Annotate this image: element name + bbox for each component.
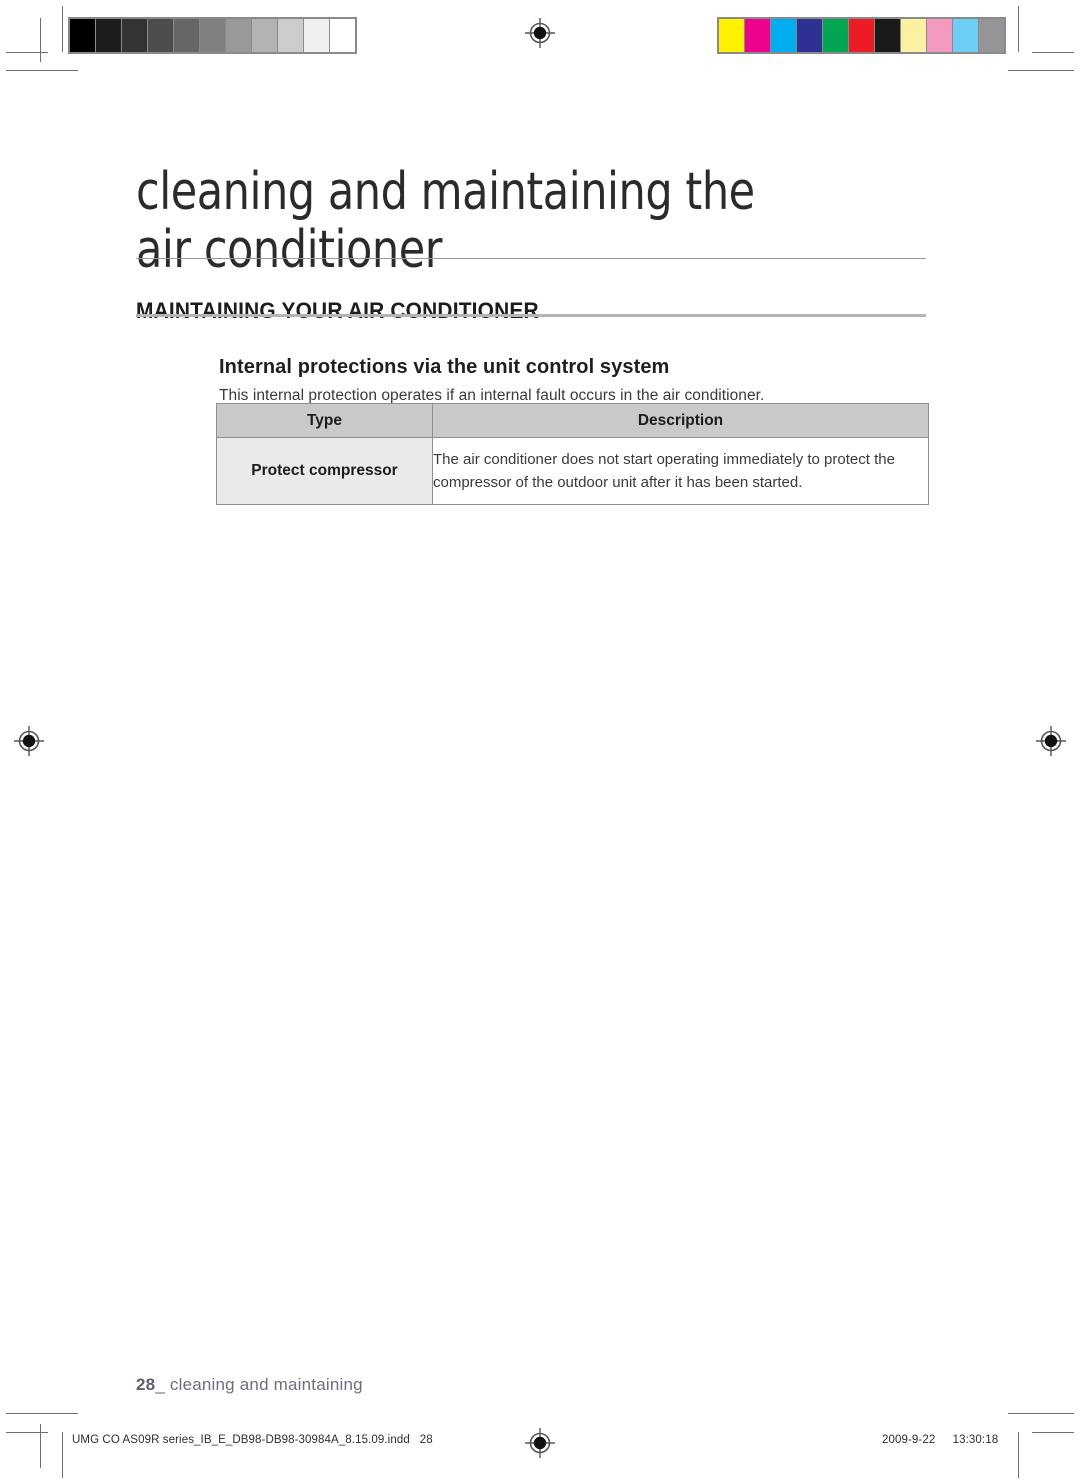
table-header-description: Description [432,403,929,438]
imprint-time: 13:30:18 [952,1434,999,1446]
chapter-title-line-2: air conditioner [136,220,442,281]
table-cell-description: The air conditioner does not start opera… [432,437,929,505]
sub-heading: Internal protections via the unit contro… [219,356,670,378]
imprint-page: 28 [419,1434,433,1446]
chapter-title: cleaning and maintaining the air conditi… [136,161,872,281]
table-row: Protect compressor The air conditioner d… [216,437,929,505]
imprint-date: 2009-9-22 [882,1434,936,1446]
table-cell-type: Protect compressor [216,437,433,505]
footer-section-label: cleaning and maintaining [169,1375,363,1394]
section-heading: MAINTAINING YOUR AIR CONDITIONER [136,298,539,324]
footer-page-number: 28 [136,1375,156,1394]
imprint-timestamp-slug: 2009-9-22 13:30:18 [882,1434,998,1446]
imprint-filename: UMG CO AS09R series_IB_E_DB98-DB98-30984… [72,1434,410,1446]
imprint-filename-slug: UMG CO AS09R series_IB_E_DB98-DB98-30984… [72,1434,433,1446]
table-header-row: Type Description [216,403,929,438]
section-heading-divider [136,314,926,317]
page-footer: 28_ cleaning and maintaining [136,1375,363,1395]
intro-paragraph: This internal protection operates if an … [219,386,765,404]
manual-page: cleaning and maintaining the air conditi… [0,0,1080,1483]
chapter-title-divider [136,258,926,259]
internal-protections-table: Type Description Protect compressor The … [216,403,929,505]
table-header-type: Type [216,403,433,438]
chapter-title-line-1: cleaning and maintaining the [136,161,755,222]
footer-separator: _ [155,1375,165,1394]
